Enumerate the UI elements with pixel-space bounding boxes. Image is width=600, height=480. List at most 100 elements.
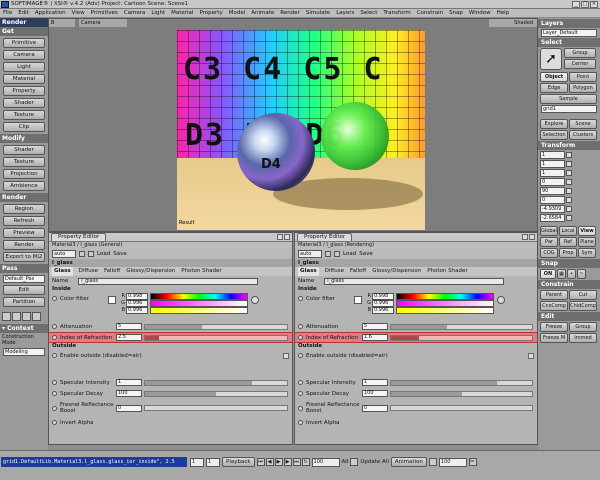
pe-right-specular-intensity-anim-icon[interactable] — [298, 380, 303, 385]
menu-view[interactable]: View — [69, 10, 88, 16]
pe-left-color-picker-icon[interactable] — [251, 296, 259, 304]
pe-left-load-button[interactable]: Load — [97, 251, 110, 257]
pe-left-tab-glass[interactable]: Glass — [52, 267, 73, 276]
menu-light[interactable]: Light — [148, 10, 168, 16]
pass-partition-button[interactable]: Partition — [3, 297, 45, 307]
viewport[interactable]: B Camera Shaded C3 C4 C5 C D3 D5 D6 D4 R… — [48, 18, 538, 232]
pe-right-enable-outside-checkbox[interactable] — [298, 353, 303, 358]
pe-right-tab-diffuse[interactable]: Diffuse — [325, 267, 344, 276]
pass-edit-button[interactable]: Edit — [3, 285, 45, 295]
pe-left-save-button[interactable]: Save — [113, 251, 127, 257]
rotate-x-checkbox[interactable] — [566, 179, 572, 185]
pe-right-load-button[interactable]: Load — [343, 251, 356, 257]
pe-left-close-icon[interactable] — [284, 234, 290, 240]
menu-layers[interactable]: Layers — [333, 10, 357, 16]
pe-right-tab-glass[interactable]: Glass — [298, 267, 319, 276]
pe-left-attenuation-field[interactable]: 5 — [116, 323, 142, 330]
point-button[interactable]: Point — [569, 72, 597, 82]
update-all-label[interactable]: Update All — [360, 459, 389, 465]
scale-z-checkbox[interactable] — [566, 170, 572, 176]
pe-left-specular-decay-anim-icon[interactable] — [52, 391, 57, 396]
sample-button[interactable]: Sample — [540, 94, 597, 104]
pe-left-g-field[interactable]: 0.996 — [126, 300, 148, 307]
all-label[interactable]: All — [342, 459, 349, 465]
pe-left-tab-falloff[interactable]: Falloff — [104, 267, 120, 276]
selection-button[interactable]: Selection — [540, 130, 568, 140]
camera-dropdown[interactable]: Camera — [79, 19, 127, 27]
pe-left-title[interactable]: Property Editor — [51, 233, 107, 241]
prev-key-icon[interactable]: ◀ — [265, 458, 274, 466]
pe-right-specular-decay-slider[interactable] — [390, 390, 533, 397]
pe-right-auto-select[interactable]: auto — [298, 250, 322, 258]
command-line[interactable]: grid1.DefaultLib.Material3.l_glass.glass… — [1, 457, 187, 467]
frame-end-field[interactable]: 100 — [311, 457, 340, 467]
translate-x-checkbox[interactable] — [566, 206, 572, 212]
freeze-m-button[interactable]: Freeze M — [540, 333, 568, 343]
render-refresh-button[interactable]: Refresh — [3, 216, 45, 226]
pe-right-specular-intensity-slider[interactable] — [390, 379, 533, 386]
parent-button[interactable]: Parent — [540, 290, 568, 300]
pe-right-lock-icon[interactable] — [325, 251, 331, 257]
render-render-button[interactable]: Render — [3, 240, 45, 250]
pe-left-invert-alpha-checkbox[interactable] — [52, 420, 57, 425]
rotate-y-field[interactable]: 90 — [540, 187, 565, 195]
snap-point-icon[interactable]: • — [567, 269, 576, 279]
pe-left-fresnel-anim-icon[interactable] — [52, 405, 57, 411]
playback-button[interactable]: Playback — [222, 457, 255, 467]
select-arrow-icon[interactable]: ➚ — [540, 48, 562, 70]
scale-x-checkbox[interactable] — [566, 152, 572, 158]
last-frame-icon[interactable]: ⏭ — [292, 458, 301, 466]
pe-left-tab-diffuse[interactable]: Diffuse — [79, 267, 98, 276]
loop-icon[interactable]: ↻ — [301, 458, 310, 466]
pe-left-auto-select[interactable]: auto — [52, 250, 76, 258]
menu-constrain[interactable]: Constrain — [414, 10, 446, 16]
menu-animate[interactable]: Animate — [248, 10, 277, 16]
pe-left-tab-photon[interactable]: Photon Shader — [181, 267, 221, 276]
local-button[interactable]: Local — [559, 226, 577, 236]
pe-left-g-slider[interactable] — [150, 300, 248, 307]
pe-left-enable-outside-checkbox[interactable] — [52, 353, 57, 358]
pe-right-enable-outside-anim-icon[interactable] — [528, 352, 534, 359]
scale-z-field[interactable]: 1 — [540, 169, 565, 177]
sym-button[interactable]: Sym — [578, 248, 596, 258]
pe-right-ior-anim-icon[interactable] — [298, 335, 303, 340]
menu-edit[interactable]: Edit — [15, 10, 32, 16]
translate-y-field[interactable]: -2.6584 — [540, 214, 565, 222]
pe-left-ior-anim-icon[interactable] — [52, 335, 57, 340]
get-shader-button[interactable]: Shader — [3, 98, 45, 108]
cnscomp-button[interactable]: CnsComp — [540, 301, 568, 311]
render-region-button[interactable]: Region — [3, 204, 45, 214]
pe-right-tab-glossy[interactable]: Glossy/Dispersion — [372, 267, 421, 276]
modify-texture-button[interactable]: Texture — [3, 157, 45, 167]
pe-left-b-slider[interactable] — [150, 307, 248, 314]
pe-left-pin-icon[interactable] — [277, 234, 283, 240]
glass-sphere-left[interactable]: D4 — [237, 113, 315, 191]
select-center-button[interactable]: Center — [564, 59, 596, 69]
pe-right-specular-decay-anim-icon[interactable] — [298, 391, 303, 396]
pe-left-color-anim-icon[interactable] — [52, 296, 57, 301]
pe-left-lock-icon[interactable] — [79, 251, 85, 257]
pe-left-attenuation-slider[interactable] — [144, 323, 288, 330]
pe-left-ior-slider[interactable] — [144, 334, 288, 341]
global-button[interactable]: Global — [540, 226, 558, 236]
first-frame-icon[interactable]: ⏮ — [256, 458, 265, 466]
cut-button[interactable]: Cut — [569, 290, 597, 300]
polygon-button[interactable]: Polygon — [569, 83, 597, 93]
current-frame-field[interactable]: 100 — [438, 457, 467, 467]
pe-right-b-slider[interactable] — [396, 307, 494, 314]
pe-right-specular-intensity-field[interactable]: 1 — [362, 379, 388, 386]
layer-field[interactable]: Layer_Default — [541, 29, 597, 37]
pe-right-r-field[interactable]: 0.998 — [372, 293, 394, 300]
translate-y-checkbox[interactable] — [566, 215, 572, 221]
pe-left-ior-field[interactable]: 2.5 — [116, 334, 142, 341]
pe-right-fresnel-anim-icon[interactable] — [298, 405, 303, 411]
menu-file[interactable]: File — [0, 10, 15, 16]
next-key-icon[interactable]: ▶ — [283, 458, 292, 466]
play-icon[interactable]: ▶ — [274, 458, 283, 466]
pe-right-ior-field[interactable]: 1.6 — [362, 334, 388, 341]
prop-button[interactable]: Prop — [559, 248, 577, 258]
audio-icon[interactable] — [350, 458, 359, 466]
scale-x-field[interactable]: 1 — [540, 151, 565, 159]
close-icon[interactable]: × — [590, 0, 598, 8]
menu-snap[interactable]: Snap — [446, 10, 466, 16]
